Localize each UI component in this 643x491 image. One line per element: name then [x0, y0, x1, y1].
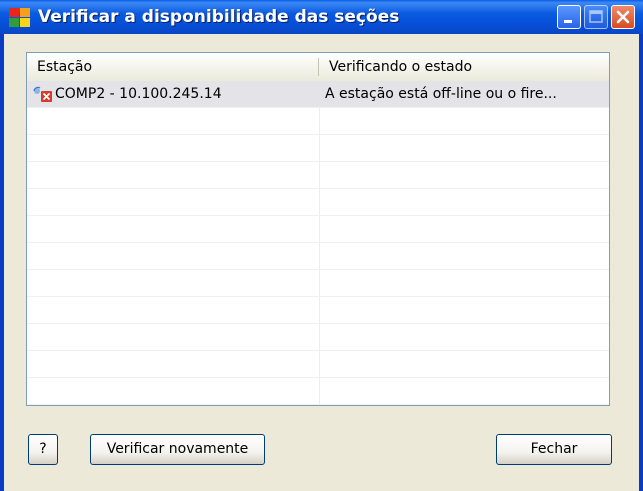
maximize-button: [584, 5, 608, 29]
column-header-station[interactable]: Estação: [27, 53, 319, 81]
list-item: [27, 243, 609, 270]
title-bar[interactable]: Verificar a disponibilidade das seções: [0, 0, 643, 34]
table-row[interactable]: COMP2 - 10.100.245.14 A estação está off…: [27, 81, 609, 108]
list-item: [27, 378, 609, 405]
list-item: [27, 324, 609, 351]
list-item: [27, 270, 609, 297]
recheck-button[interactable]: Verificar novamente: [90, 434, 265, 465]
station-status-list[interactable]: Estação Verificando o estado COMP2 - 10.…: [26, 52, 610, 406]
station-cell: COMP2 - 10.100.245.14: [55, 86, 222, 102]
minimize-icon: [564, 20, 572, 23]
column-header-status[interactable]: Verificando o estado: [319, 53, 609, 81]
window-title: Verificar a disponibilidade das seções: [38, 7, 400, 27]
list-item: [27, 108, 609, 135]
close-window-button[interactable]: [611, 5, 635, 29]
dialog-window: Verificar a disponibilidade das seções E…: [0, 0, 643, 491]
offline-station-icon: [33, 86, 52, 102]
list-item: [27, 216, 609, 243]
maximize-icon: [589, 10, 603, 23]
list-item: [27, 351, 609, 378]
minimize-button[interactable]: [557, 5, 581, 29]
list-item: [27, 162, 609, 189]
list-header: Estação Verificando o estado: [27, 53, 610, 82]
close-button[interactable]: Fechar: [496, 434, 612, 465]
list-item: [27, 297, 609, 324]
close-icon: [616, 10, 630, 24]
status-cell: A estação está off-line ou o fire...: [325, 86, 557, 102]
column-divider[interactable]: [609, 58, 610, 76]
list-item: [27, 189, 609, 216]
avg-app-icon: [9, 8, 30, 27]
help-button[interactable]: ?: [28, 434, 58, 465]
list-item: [27, 135, 609, 162]
